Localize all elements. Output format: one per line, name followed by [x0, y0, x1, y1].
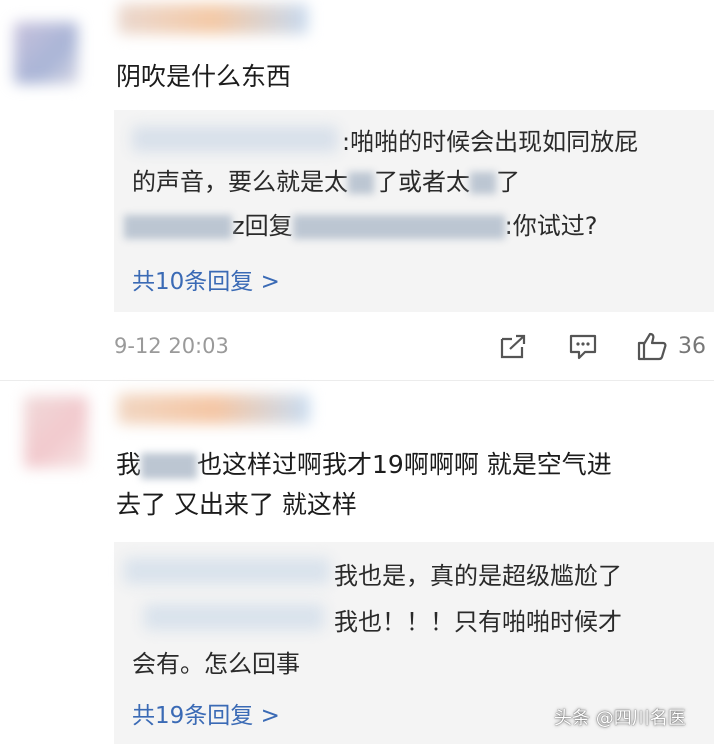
reply-text: z回复:你试过?	[124, 206, 597, 246]
comment-text: 阴吹是什么东西	[116, 62, 292, 91]
reply-text-continued: 的声音，要么就是太 了或者太了	[132, 168, 520, 196]
username[interactable]	[118, 394, 310, 424]
more-replies-link[interactable]: 共19条回复 >	[132, 696, 280, 730]
like-count: 36	[678, 334, 706, 359]
username[interactable]	[118, 4, 308, 34]
avatar[interactable]	[14, 22, 78, 84]
comment-icon[interactable]	[568, 333, 598, 361]
avatar[interactable]	[24, 396, 88, 468]
reply-username	[124, 215, 232, 239]
more-replies-link[interactable]: 共10条回复 >	[132, 262, 280, 296]
reply-username[interactable]	[132, 126, 338, 152]
reply-thread[interactable]: :啪啪的时候会出现如同放屁 的声音，要么就是太 了或者太了 z回复:你试过? 共1…	[114, 110, 714, 312]
comment-text-continued: 去了 又出来了 就这样	[116, 490, 357, 519]
watermark: 头条 @四川名医	[554, 708, 686, 729]
comment-divider	[0, 380, 714, 381]
comment-text: 我也这样过啊我才19啊啊啊 就是空气进	[116, 450, 612, 479]
share-icon[interactable]	[498, 333, 528, 361]
reply-username[interactable]	[124, 558, 330, 584]
thumbs-up-icon[interactable]	[636, 331, 668, 361]
reply-username[interactable]	[144, 604, 324, 630]
timestamp: 9-12 20:03	[114, 334, 229, 358]
reply-text: 我也是，真的是超级尴尬了	[334, 562, 622, 590]
reply-target-username	[292, 215, 505, 239]
reply-text: 我也！！！只有啪啪时候才	[334, 608, 622, 636]
reply-text-continued: 会有。怎么回事	[132, 650, 300, 678]
reply-text: :啪啪的时候会出现如同放屁	[342, 128, 639, 156]
